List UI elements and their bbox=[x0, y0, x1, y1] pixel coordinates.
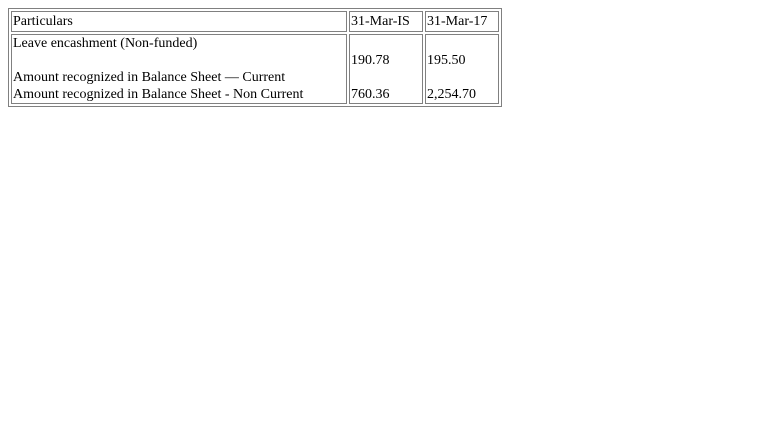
header-col-31-mar-18: 31-Mar-IS bbox=[349, 11, 423, 32]
header-particulars: Particulars bbox=[11, 11, 347, 32]
table-body-row: Leave encashment (Non-funded) Amount rec… bbox=[11, 34, 499, 104]
row-label-non-current: Amount recognized in Balance Sheet - Non… bbox=[13, 87, 304, 102]
leave-encashment-table: Particulars 31-Mar-IS 31-Mar-17 Leave en… bbox=[8, 8, 502, 107]
col1-value-non-current: 760.36 bbox=[351, 87, 390, 102]
particulars-cell: Leave encashment (Non-funded) Amount rec… bbox=[11, 34, 347, 104]
table-header-row: Particulars 31-Mar-IS 31-Mar-17 bbox=[11, 11, 499, 32]
col2-values-cell: 195.50 2,254.70 bbox=[425, 34, 499, 104]
header-col-31-mar-17: 31-Mar-17 bbox=[425, 11, 499, 32]
col1-spacer-2 bbox=[351, 69, 421, 86]
col2-value-non-current: 2,254.70 bbox=[427, 87, 476, 102]
col1-values-cell: 190.78 760.36 bbox=[349, 34, 423, 104]
col1-value-current: 190.78 bbox=[351, 53, 390, 68]
section-label: Leave encashment (Non-funded) bbox=[13, 36, 198, 51]
section-spacer bbox=[13, 52, 345, 69]
col1-spacer bbox=[351, 35, 421, 52]
col2-spacer-2 bbox=[427, 69, 497, 86]
row-label-current: Amount recognized in Balance Sheet — Cur… bbox=[13, 70, 286, 85]
col2-spacer bbox=[427, 35, 497, 52]
col2-value-current: 195.50 bbox=[427, 53, 466, 68]
